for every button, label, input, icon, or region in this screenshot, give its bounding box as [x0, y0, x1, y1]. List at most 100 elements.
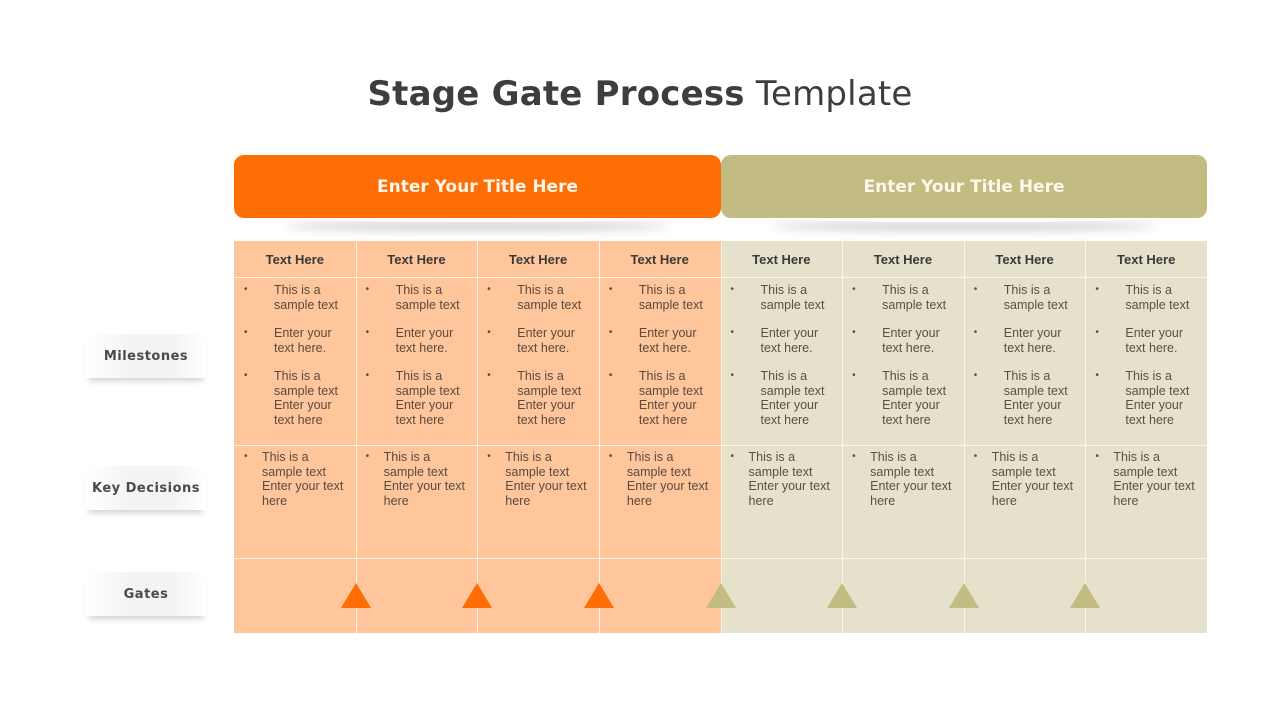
phase-shadow: [771, 214, 1157, 222]
bullet-icon: •: [487, 327, 491, 338]
gate-triangle-icon[interactable]: [340, 583, 371, 608]
milestone-item: • Enter your text here.: [1085, 326, 1207, 355]
bullet-icon: •: [608, 327, 613, 338]
column-header[interactable]: Text Here: [477, 241, 599, 277]
key-decision-text: This is a sample text Enter your text he…: [991, 450, 1074, 508]
bullet-icon: •: [487, 284, 491, 295]
milestone-text: This is a sample text: [1125, 283, 1190, 312]
bullet-icon: •: [608, 451, 613, 462]
column-header[interactable]: Text Here: [599, 241, 721, 277]
phase-title-2[interactable]: Enter Your Title Here: [721, 155, 1207, 218]
key-decision-item: • This is a sample text Enter your text h…: [477, 450, 599, 508]
milestone-text: This is a sample text Enter your text he…: [760, 369, 825, 427]
column-header[interactable]: Text Here: [234, 241, 356, 277]
gate-triangle-icon[interactable]: [583, 583, 614, 608]
bullet-icon: •: [1095, 284, 1099, 295]
milestone-text: This is a sample text Enter your text he…: [517, 369, 582, 427]
milestone-cell[interactable]: • This is a sample text • Enter your text h…: [1085, 283, 1207, 441]
milestone-item: • This is a sample text: [599, 283, 721, 312]
column-divider: [355, 241, 357, 633]
milestone-item: • This is a sample text Enter your text h…: [721, 369, 843, 427]
row-divider: [234, 277, 1207, 278]
milestone-cell[interactable]: • This is a sample text • Enter your text h…: [599, 283, 721, 441]
milestone-text: This is a sample text Enter your text he…: [274, 369, 338, 427]
bullet-icon: •: [852, 327, 856, 338]
bullet-icon: •: [365, 370, 370, 381]
milestone-item: • Enter your text here.: [964, 326, 1086, 355]
milestone-item: • This is a sample text Enter your text h…: [356, 369, 478, 427]
milestone-item: • This is a sample text: [964, 283, 1086, 312]
key-decision-text: This is a sample text Enter your text he…: [1113, 450, 1195, 508]
milestone-text: This is a sample text: [760, 283, 825, 312]
bullet-icon: •: [730, 370, 735, 381]
milestone-cell[interactable]: • This is a sample text • Enter your text h…: [234, 283, 356, 441]
milestone-cell[interactable]: • This is a sample text • Enter your text h…: [842, 283, 964, 441]
bullet-icon: •: [730, 451, 735, 462]
phase-title-1-label: Enter Your Title Here: [376, 176, 578, 197]
milestone-text: This is a sample text Enter your text he…: [1125, 369, 1190, 427]
column-header[interactable]: Text Here: [842, 241, 964, 277]
milestone-text: This is a sample text: [882, 283, 947, 312]
milestone-text: This is a sample text Enter your text he…: [395, 369, 460, 427]
milestone-item: • This is a sample text Enter your text h…: [599, 369, 721, 427]
key-decision-item: • This is a sample text Enter your text h…: [599, 450, 721, 508]
bullet-icon: •: [244, 451, 248, 462]
bullet-icon: •: [852, 451, 856, 462]
bullet-icon: •: [365, 327, 370, 338]
milestone-cell[interactable]: • This is a sample text • Enter your text h…: [721, 283, 843, 441]
row-divider: [234, 445, 1207, 446]
stage-grid: Text Here • This is a sample text • Enter yo…: [234, 241, 1207, 633]
title-bold: Stage Gate Process: [367, 74, 745, 114]
key-decision-cell[interactable]: • This is a sample text Enter your text h…: [721, 450, 843, 508]
key-decision-cell[interactable]: • This is a sample text Enter your text h…: [842, 450, 964, 508]
key-decision-cell[interactable]: • This is a sample text Enter your text h…: [477, 450, 599, 508]
key-decision-item: • This is a sample text Enter your text h…: [356, 450, 478, 508]
milestone-text: Enter your text here.: [638, 326, 697, 355]
milestone-item: • This is a sample text: [721, 283, 843, 312]
column-divider: [963, 241, 965, 633]
key-decision-text: This is a sample text Enter your text he…: [383, 450, 465, 508]
column-header[interactable]: Text Here: [356, 241, 478, 277]
bullet-icon: •: [852, 370, 856, 381]
milestone-item: • This is a sample text Enter your text h…: [477, 369, 599, 427]
bullet-icon: •: [730, 327, 735, 338]
column-header[interactable]: Text Here: [721, 241, 843, 277]
key-decision-cell[interactable]: • This is a sample text Enter your text h…: [599, 450, 721, 508]
key-decision-cell[interactable]: • This is a sample text Enter your text h…: [356, 450, 478, 508]
milestone-item: • This is a sample text: [477, 283, 599, 312]
key-decision-cell[interactable]: • This is a sample text Enter your text h…: [234, 450, 356, 508]
gate-triangle-icon[interactable]: [1070, 583, 1101, 608]
gate-triangle-icon[interactable]: [462, 583, 493, 608]
column-divider: [842, 241, 844, 633]
bullet-icon: •: [1095, 370, 1099, 381]
gate-triangle-icon[interactable]: [948, 583, 979, 608]
phase-title-1[interactable]: Enter Your Title Here: [234, 155, 721, 218]
key-decision-item: • This is a sample text Enter your text h…: [234, 450, 356, 508]
column-header[interactable]: Text Here: [964, 241, 1086, 277]
milestone-text: Enter your text here.: [1003, 326, 1062, 355]
gate-triangle-icon[interactable]: [705, 583, 736, 608]
milestone-item: • Enter your text here.: [356, 326, 478, 355]
bullet-icon: •: [852, 284, 856, 295]
key-decision-cell[interactable]: • This is a sample text Enter your text h…: [1085, 450, 1207, 508]
milestone-cell[interactable]: • This is a sample text • Enter your text h…: [477, 283, 599, 441]
milestone-text: This is a sample text: [274, 283, 338, 312]
column-divider: [720, 241, 722, 633]
bullet-icon: •: [608, 370, 613, 381]
milestone-item: • Enter your text here.: [599, 326, 721, 355]
milestone-cell[interactable]: • This is a sample text • Enter your text h…: [356, 283, 478, 441]
milestone-item: • Enter your text here.: [234, 326, 356, 355]
milestone-text: This is a sample text: [1003, 283, 1068, 312]
milestone-item: • This is a sample text Enter your text h…: [964, 369, 1086, 427]
bullet-icon: •: [244, 327, 248, 338]
milestone-item: • This is a sample text Enter your text h…: [842, 369, 964, 427]
gate-triangle-icon[interactable]: [827, 583, 858, 608]
key-decision-cell[interactable]: • This is a sample text Enter your text h…: [964, 450, 1086, 508]
column-header[interactable]: Text Here: [1085, 241, 1207, 277]
milestone-cell[interactable]: • This is a sample text • Enter your text h…: [964, 283, 1086, 441]
milestone-item: • This is a sample text Enter your text h…: [234, 369, 356, 427]
milestone-item: • This is a sample text Enter your text h…: [1085, 369, 1207, 427]
bullet-icon: •: [487, 370, 491, 381]
phase-shadow: [284, 214, 671, 222]
milestone-text: Enter your text here.: [882, 326, 940, 355]
